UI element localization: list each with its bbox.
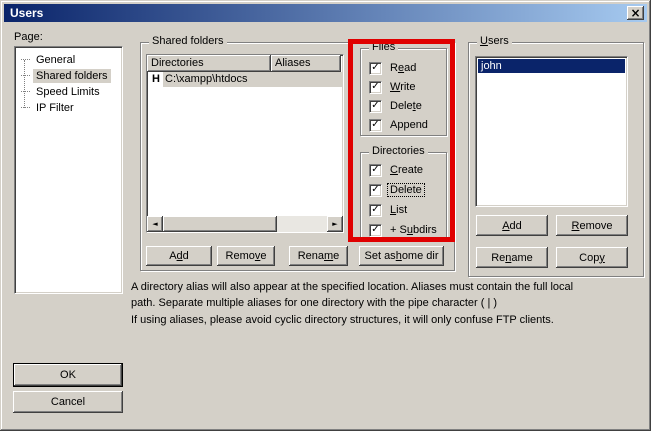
- button-label: ome dir: [402, 250, 439, 262]
- button-label: y: [599, 252, 605, 264]
- set-as-home-dir-button[interactable]: Set as home dir: [359, 246, 444, 266]
- horizontal-scrollbar[interactable]: ◄ ►: [147, 216, 343, 232]
- users-dialog: Users × Page: General Shared folders Spe…: [0, 0, 651, 431]
- cancel-button[interactable]: Cancel: [13, 391, 123, 413]
- note-line: If using aliases, please avoid cyclic di…: [131, 312, 554, 328]
- page-list[interactable]: General Shared folders Speed Limits IP F…: [14, 46, 123, 294]
- button-label: Cop: [579, 252, 599, 264]
- button-label: Set as: [365, 250, 396, 262]
- cyclic-note-paragraph: If using aliases, please avoid cyclic di…: [131, 312, 554, 328]
- page-item-general[interactable]: General: [21, 52, 78, 67]
- users-group-label: Users: [477, 35, 512, 47]
- scroll-left-button[interactable]: ◄: [147, 216, 163, 232]
- page-item-label-selected[interactable]: Shared folders: [33, 69, 111, 83]
- tree-stub-icon: [21, 59, 30, 60]
- user-rename-button[interactable]: Rename: [476, 247, 548, 268]
- page-item-ip-filter[interactable]: IP Filter: [21, 100, 77, 115]
- button-label: Re: [491, 252, 505, 264]
- button-label: Remo: [226, 250, 255, 262]
- shared-folder-row[interactable]: H C:\xampp\htdocs: [147, 72, 343, 87]
- button-label: e: [260, 250, 266, 262]
- tree-stub-icon: [21, 75, 30, 76]
- ok-button[interactable]: OK: [13, 363, 123, 387]
- tree-stub-icon: [21, 91, 30, 92]
- button-label: m: [324, 250, 333, 262]
- page-item-shared-folders[interactable]: Shared folders: [21, 68, 111, 83]
- column-header-aliases[interactable]: Aliases: [271, 55, 341, 72]
- close-button[interactable]: ×: [627, 6, 644, 20]
- button-label: emove: [579, 220, 612, 232]
- page-label: Page:: [14, 31, 43, 43]
- user-remove-button[interactable]: Remove: [556, 215, 628, 236]
- button-label: R: [572, 220, 580, 232]
- page-item-label[interactable]: General: [33, 53, 78, 67]
- alias-note-paragraph: A directory alias will also appear at th…: [131, 279, 573, 311]
- button-label: dd: [510, 220, 522, 232]
- button-label: A: [502, 220, 509, 232]
- annotation-rectangle: [348, 39, 455, 242]
- close-icon: ×: [630, 8, 640, 18]
- page-item-label[interactable]: Speed Limits: [33, 85, 103, 99]
- button-label: ame: [511, 252, 532, 264]
- folder-rename-button[interactable]: Rename: [289, 246, 348, 266]
- note-line: path. Separate multiple aliases for one …: [131, 295, 573, 311]
- scroll-right-icon: ►: [332, 220, 337, 228]
- button-label: OK: [60, 369, 76, 381]
- directory-path: C:\xampp\htdocs: [165, 73, 248, 85]
- column-header-directories[interactable]: Directories: [147, 55, 271, 72]
- tree-stub-icon: [21, 107, 30, 108]
- scroll-left-icon: ◄: [152, 220, 157, 228]
- button-label: e: [333, 250, 339, 262]
- users-list[interactable]: john: [475, 56, 628, 207]
- page-item-label[interactable]: IP Filter: [33, 101, 77, 115]
- window-title: Users: [10, 6, 43, 20]
- scrollbar-thumb[interactable]: [163, 216, 277, 232]
- home-marker: H: [152, 73, 160, 85]
- button-label: Rena: [298, 250, 324, 262]
- shared-folders-group-label: Shared folders: [149, 35, 227, 47]
- user-add-button[interactable]: Add: [476, 215, 548, 236]
- page-item-speed-limits[interactable]: Speed Limits: [21, 84, 103, 99]
- shared-folders-listview[interactable]: Directories Aliases H C:\xampp\htdocs ◄ …: [146, 54, 344, 233]
- folder-remove-button[interactable]: Remove: [217, 246, 275, 266]
- user-list-item-selected[interactable]: john: [478, 59, 625, 73]
- button-label: A: [169, 250, 176, 262]
- note-line: A directory alias will also appear at th…: [131, 279, 573, 295]
- button-label: Cancel: [51, 396, 85, 408]
- title-bar[interactable]: Users: [4, 4, 647, 22]
- user-copy-button[interactable]: Copy: [556, 247, 628, 268]
- scroll-right-button[interactable]: ►: [327, 216, 343, 232]
- folder-add-button[interactable]: Add: [146, 246, 212, 266]
- button-label: d: [183, 250, 189, 262]
